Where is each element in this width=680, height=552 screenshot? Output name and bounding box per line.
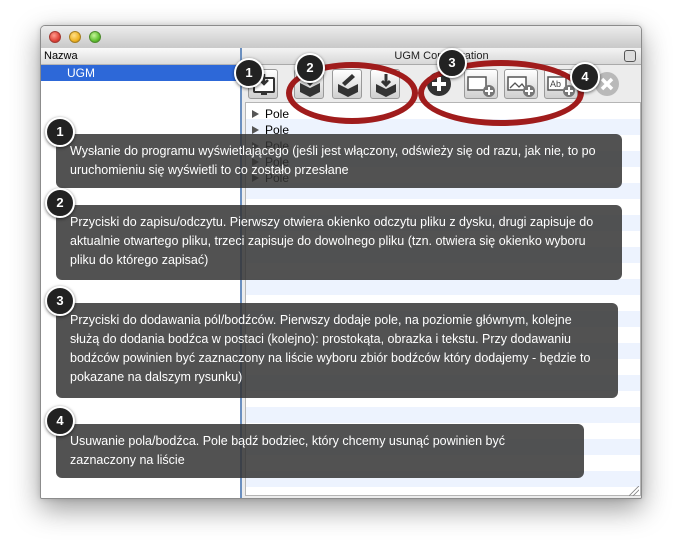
remove-button[interactable] <box>592 69 622 99</box>
add-text-stimulus-button[interactable]: Ab <box>544 69 578 99</box>
tree-row[interactable]: Pole <box>252 154 289 170</box>
tree-row[interactable]: Pole <box>252 122 289 138</box>
add-image-stimulus-button[interactable] <box>504 69 538 99</box>
tree-row-label: Pole <box>265 155 290 169</box>
save-as-button[interactable] <box>370 69 400 99</box>
add-field-button[interactable] <box>424 69 454 99</box>
save-as-box-icon <box>376 74 396 97</box>
column-header-nazwa[interactable]: Nazwa <box>41 48 240 65</box>
disclosure-triangle-icon[interactable] <box>252 126 259 134</box>
monitor-download-icon <box>253 74 275 95</box>
tree-row[interactable]: Pole <box>252 106 289 122</box>
tree-row-label: Pole <box>265 171 290 185</box>
close-window-button[interactable] <box>49 31 61 43</box>
save-button[interactable] <box>332 69 362 99</box>
tree-row[interactable]: Pole <box>252 138 289 154</box>
fields-tree[interactable]: Pole Pole Pole Pole Pole <box>245 102 641 496</box>
resize-grip[interactable] <box>629 486 639 496</box>
open-box-icon <box>300 74 320 97</box>
disclosure-triangle-icon[interactable] <box>252 142 259 150</box>
list-item-ugm[interactable]: UGM <box>41 65 240 81</box>
open-file-button[interactable] <box>294 69 324 99</box>
minimize-window-button[interactable] <box>69 31 81 43</box>
remove-x-icon <box>595 72 619 96</box>
configuration-panel: UGM Configuration Ab Pole Pole Pole Pole… <box>242 48 641 498</box>
tree-row-label: Pole <box>265 107 290 121</box>
toolbar: Ab <box>242 65 641 101</box>
window-titlebar <box>41 26 641 49</box>
disclosure-triangle-icon[interactable] <box>252 174 259 182</box>
save-box-icon <box>338 74 358 97</box>
ugm-configuration-window: Nazwa UGM UGM Configuration Ab Pole Pole… <box>40 25 642 499</box>
restore-panel-icon[interactable] <box>624 50 636 62</box>
text-stimulus-label: Ab <box>550 79 561 89</box>
tree-row-label: Pole <box>265 123 290 137</box>
panel-title: UGM Configuration <box>242 48 641 65</box>
send-to-viewer-button[interactable] <box>248 69 278 99</box>
zoom-window-button[interactable] <box>89 31 101 43</box>
config-list-panel: Nazwa UGM <box>41 48 242 498</box>
plus-circle-icon <box>427 72 451 96</box>
disclosure-triangle-icon[interactable] <box>252 158 259 166</box>
rectangle-plus-icon <box>467 76 495 97</box>
disclosure-triangle-icon[interactable] <box>252 110 259 118</box>
tree-row-label: Pole <box>265 139 290 153</box>
image-plus-icon <box>507 76 535 97</box>
text-plus-icon: Ab <box>547 76 575 97</box>
tree-row[interactable]: Pole <box>252 170 289 186</box>
add-rectangle-stimulus-button[interactable] <box>464 69 498 99</box>
